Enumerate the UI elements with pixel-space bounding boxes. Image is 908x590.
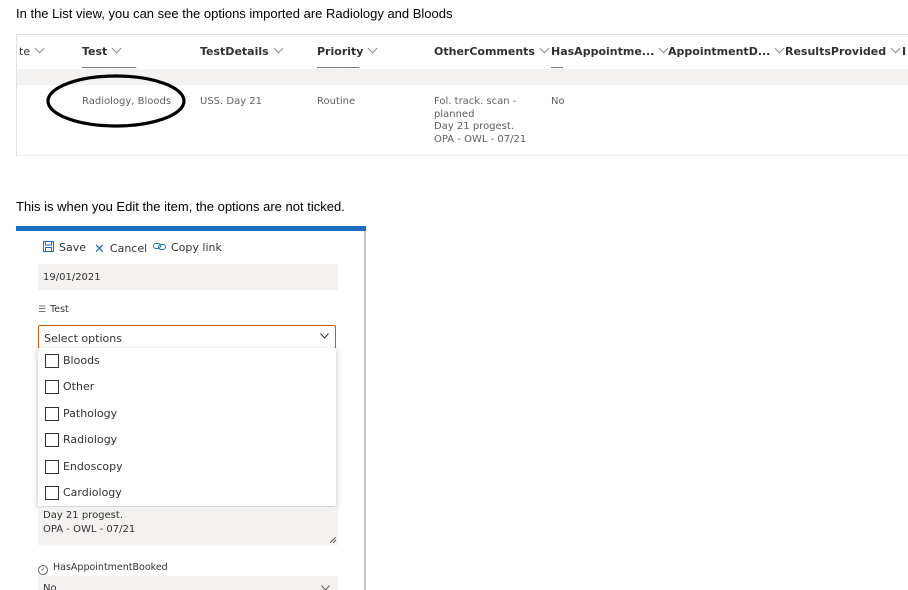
checkbox[interactable]	[45, 407, 59, 421]
column-header-priority[interactable]: Priority	[317, 43, 378, 58]
option-label: Radiology	[63, 433, 118, 446]
column-header-resultsprovided[interactable]: ResultsProvided	[785, 43, 901, 58]
resize-handle-icon[interactable]	[330, 537, 336, 543]
chevron-down-icon	[320, 333, 329, 339]
copy-link-button[interactable]: Copy link	[153, 241, 222, 254]
cut-cell-priority: ───────	[317, 63, 360, 74]
option-label: Cardiology	[63, 486, 122, 499]
date-value: 19/01/2021	[43, 272, 101, 283]
option-label: Pathology	[63, 407, 118, 420]
chevron-down-icon	[273, 43, 284, 54]
option-pathology[interactable]: Pathology	[38, 401, 336, 427]
check-circle-icon: ✓	[38, 565, 48, 575]
annotation-ellipse	[46, 74, 186, 128]
checkbox[interactable]	[45, 433, 59, 447]
column-header-hasappointment[interactable]: HasAppointme...	[551, 43, 669, 58]
date-field[interactable]: 19/01/2021	[38, 264, 338, 290]
comment-line: OPA - OWL - 07/21	[434, 133, 527, 145]
chevron-down-icon	[111, 43, 122, 54]
chevron-down-icon	[321, 585, 330, 590]
cancel-button[interactable]: ✕ Cancel	[94, 241, 147, 257]
comment-line: OPA - OWL - 07/21	[43, 524, 136, 535]
option-cardiology[interactable]: Cardiology	[38, 480, 336, 506]
chevron-down-icon	[774, 43, 785, 54]
option-bloods[interactable]: Bloods	[38, 348, 336, 374]
option-label: Other	[63, 380, 95, 393]
column-header-test[interactable]: Test	[82, 43, 122, 58]
chevron-down-icon	[34, 43, 45, 54]
comment-line: planned	[434, 108, 475, 120]
column-header-appointmentdate[interactable]: AppointmentD...	[668, 43, 785, 58]
column-header-othercomments[interactable]: OtherComments	[434, 43, 550, 58]
test-multiselect[interactable]: Select options	[38, 325, 336, 349]
list-icon: ☰	[38, 305, 47, 315]
option-radiology[interactable]: Radiology	[38, 427, 336, 453]
caption-edit-view: This is when you Edit the item, the opti…	[16, 199, 345, 214]
option-label: Endoscopy	[63, 460, 123, 473]
form-body: Save ✕ Cancel Copy link 19/01/2021 ☰ Test …	[16, 231, 366, 590]
save-button[interactable]: Save	[43, 241, 86, 254]
chevron-down-icon	[539, 43, 550, 54]
checkbox[interactable]	[45, 486, 59, 500]
checkbox[interactable]	[45, 354, 59, 368]
other-comments-field[interactable]: Day 21 progest. OPA - OWL - 07/21	[38, 507, 338, 545]
caption-list-view: In the List view, you can see the option…	[16, 6, 453, 21]
select-placeholder: Select options	[44, 332, 122, 345]
chevron-down-icon	[890, 43, 901, 54]
comments-text: Day 21 progest. OPA - OWL - 07/21	[43, 509, 135, 537]
test-field-label: ☰ Test	[38, 304, 69, 315]
has-appointment-select[interactable]: No	[38, 576, 338, 590]
list-header: te Test TestDetails Priority OtherCommen…	[17, 35, 908, 70]
has-appointment-value: No	[43, 583, 57, 590]
column-header-testdetails[interactable]: TestDetails	[200, 43, 284, 58]
chevron-down-icon	[368, 43, 378, 54]
link-icon	[153, 243, 166, 250]
options-dropdown: Bloods Other Pathology Radiology Endosco…	[38, 348, 336, 506]
column-header-partial: I	[902, 45, 907, 58]
save-icon	[43, 241, 54, 252]
cell-othercomments: Fol. track. scan - planned Day 21 proges…	[434, 96, 526, 146]
cut-cell-hasappointment: ──	[551, 63, 564, 74]
has-appointment-label: ✓ HasAppointmentBooked	[38, 562, 168, 575]
cell-priority: Routine	[317, 96, 356, 107]
column-header-te[interactable]: te	[19, 43, 45, 58]
comment-line: Day 21 progest.	[434, 121, 514, 132]
cell-hasappointment: No	[551, 96, 565, 107]
option-label: Bloods	[63, 354, 100, 367]
close-icon: ✕	[94, 242, 105, 257]
comment-line: Fol. track. scan -	[434, 96, 517, 107]
cell-testdetails: USS. Day 21	[200, 96, 263, 107]
option-other[interactable]: Other	[38, 374, 336, 400]
option-endoscopy[interactable]: Endoscopy	[38, 454, 336, 480]
checkbox[interactable]	[45, 380, 59, 394]
comment-line: Day 21 progest.	[43, 510, 123, 521]
edit-form-panel: Save ✕ Cancel Copy link 19/01/2021 ☰ Test …	[16, 226, 366, 590]
checkbox[interactable]	[45, 460, 59, 474]
